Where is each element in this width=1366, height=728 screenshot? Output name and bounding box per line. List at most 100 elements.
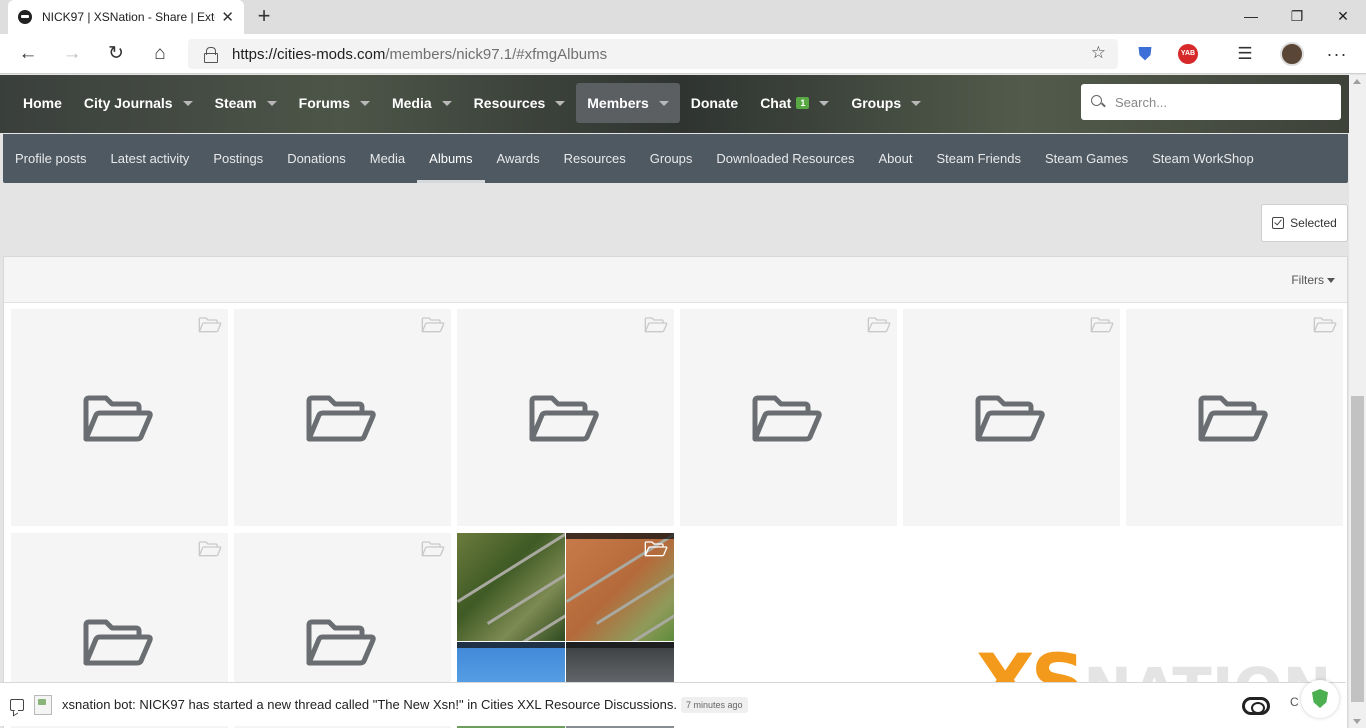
folder-open-icon	[528, 395, 600, 443]
album-type-folder-icon	[644, 541, 668, 557]
nav-item-home[interactable]: Home	[12, 83, 73, 123]
album-tile[interactable]	[457, 309, 674, 526]
tab-media[interactable]: Media	[358, 134, 417, 183]
nav-item-resources[interactable]: Resources	[463, 83, 577, 123]
album-type-folder-icon	[867, 317, 891, 333]
scroll-up-icon[interactable]	[1353, 79, 1361, 84]
selected-button[interactable]: Selected	[1261, 204, 1348, 242]
gear-icon[interactable]: C	[1290, 695, 1299, 709]
nav-item-steam[interactable]: Steam	[204, 83, 288, 123]
album-type-folder-icon	[198, 317, 222, 333]
tab-profile-posts[interactable]: Profile posts	[3, 134, 99, 183]
lock-icon[interactable]	[204, 47, 218, 63]
nav-item-label: Donate	[690, 95, 739, 111]
tab-groups[interactable]: Groups	[638, 134, 705, 183]
tab-awards[interactable]: Awards	[485, 134, 552, 183]
tab-close-icon[interactable]: ✕	[221, 8, 234, 26]
star-icon[interactable]: ☆	[1091, 43, 1106, 63]
tab-steam-workshop[interactable]: Steam WorkShop	[1140, 134, 1266, 183]
nav-item-label: Resources	[473, 95, 546, 111]
window-close-button[interactable]: ✕	[1320, 4, 1366, 28]
new-tab-button[interactable]: +	[252, 3, 276, 29]
chevron-down-icon[interactable]	[266, 100, 277, 106]
site-nav: Home City Journals Steam Forums Media Resourc…	[12, 83, 932, 123]
nav-item-members[interactable]: Members	[576, 83, 680, 123]
tab-downloaded-resources[interactable]: Downloaded Resources	[704, 134, 866, 183]
chevron-down-icon[interactable]	[182, 100, 193, 106]
chat-count-badge: 1	[796, 97, 810, 109]
browser-tab-bar: NICK97 | XSNation - Share | Exte ✕ + — ❐…	[0, 0, 1366, 34]
album-type-folder-icon	[644, 317, 668, 333]
bot-avatar	[34, 694, 52, 715]
game-hud-bar	[566, 642, 674, 648]
refresh-icon[interactable]: ↻	[101, 40, 131, 68]
tab-resources[interactable]: Resources	[552, 134, 638, 183]
shield-icon[interactable]: ⛊	[1134, 43, 1156, 65]
more-icon[interactable]: ···	[1326, 43, 1348, 65]
scroll-down-icon[interactable]	[1353, 719, 1361, 724]
window-restore-button[interactable]: ❐	[1274, 4, 1320, 28]
adblock-shield-icon[interactable]	[1301, 680, 1339, 718]
folder-open-icon	[974, 395, 1046, 443]
notification-text[interactable]: xsnation bot: NICK97 has started a new t…	[62, 697, 677, 712]
nav-item-groups[interactable]: Groups	[840, 83, 932, 123]
album-type-folder-icon	[1090, 317, 1114, 333]
nav-item-label: Forums	[298, 95, 350, 111]
nav-item-label: Chat	[760, 95, 792, 111]
profile-avatar[interactable]	[1280, 42, 1304, 66]
tab-latest-activity[interactable]: Latest activity	[99, 134, 202, 183]
album-tile[interactable]	[11, 309, 228, 526]
tab-about[interactable]: About	[866, 134, 924, 183]
nav-item-label: Media	[391, 95, 432, 111]
loader-icon	[1242, 697, 1270, 715]
site-header: Home City Journals Steam Forums Media Resourc…	[0, 75, 1366, 133]
tab-postings[interactable]: Postings	[201, 134, 275, 183]
browser-tab[interactable]: NICK97 | XSNation - Share | Exte ✕	[8, 0, 244, 34]
album-type-folder-icon	[421, 317, 445, 333]
yab-extension-icon[interactable]: YAB	[1178, 44, 1198, 64]
nav-item-label: City Journals	[83, 95, 173, 111]
tab-steam-games[interactable]: Steam Games	[1033, 134, 1140, 183]
nav-item-donate[interactable]: Donate	[680, 83, 749, 123]
url-host: https://cities-mods.com	[232, 45, 386, 63]
filters-label: Filters	[1291, 273, 1324, 287]
nav-item-city-journals[interactable]: City Journals	[73, 83, 204, 123]
album-type-folder-icon	[1313, 317, 1337, 333]
nav-item-forums[interactable]: Forums	[288, 83, 381, 123]
tab-steam-friends[interactable]: Steam Friends	[924, 134, 1033, 183]
nav-item-media[interactable]: Media	[381, 83, 463, 123]
album-type-folder-icon	[421, 541, 445, 557]
home-icon[interactable]: ⌂	[145, 40, 175, 68]
chevron-down-icon[interactable]	[819, 100, 830, 106]
chevron-down-icon[interactable]	[359, 100, 370, 106]
nav-item-label: Home	[23, 95, 62, 111]
scroll-thumb[interactable]	[1351, 396, 1364, 702]
search-input[interactable]	[1115, 94, 1315, 110]
tab-albums[interactable]: Albums	[417, 134, 485, 183]
site-search[interactable]	[1081, 84, 1341, 120]
filters-button[interactable]: Filters	[1291, 273, 1335, 287]
tab-donations[interactable]: Donations	[275, 134, 358, 183]
nav-item-label: Steam	[214, 95, 257, 111]
search-icon	[1091, 95, 1105, 109]
favorites-icon[interactable]: ☰	[1234, 43, 1256, 65]
album-thumbnail	[457, 533, 565, 641]
road-line	[457, 533, 565, 603]
chevron-down-icon[interactable]	[555, 100, 566, 106]
page-scrollbar[interactable]	[1349, 75, 1366, 728]
nav-item-chat[interactable]: Chat 1	[749, 83, 840, 123]
browser-toolbar: ← → ↻ ⌂ https://cities-mods.com/members/…	[0, 34, 1366, 74]
chevron-down-icon[interactable]	[441, 100, 452, 106]
window-minimize-button[interactable]: —	[1228, 4, 1274, 28]
album-tile[interactable]	[234, 309, 451, 526]
address-bar[interactable]: https://cities-mods.com/members/nick97.1…	[188, 39, 1118, 69]
notification-bar[interactable]: xsnation bot: NICK97 has started a new t…	[0, 682, 1346, 726]
chat-icon	[10, 698, 24, 711]
back-icon[interactable]: ←	[13, 40, 43, 68]
album-tile[interactable]	[903, 309, 1120, 526]
album-tile[interactable]	[1126, 309, 1343, 526]
chevron-down-icon[interactable]	[658, 100, 669, 106]
forward-icon[interactable]: →	[57, 40, 87, 68]
chevron-down-icon[interactable]	[911, 100, 922, 106]
album-tile[interactable]	[680, 309, 897, 526]
